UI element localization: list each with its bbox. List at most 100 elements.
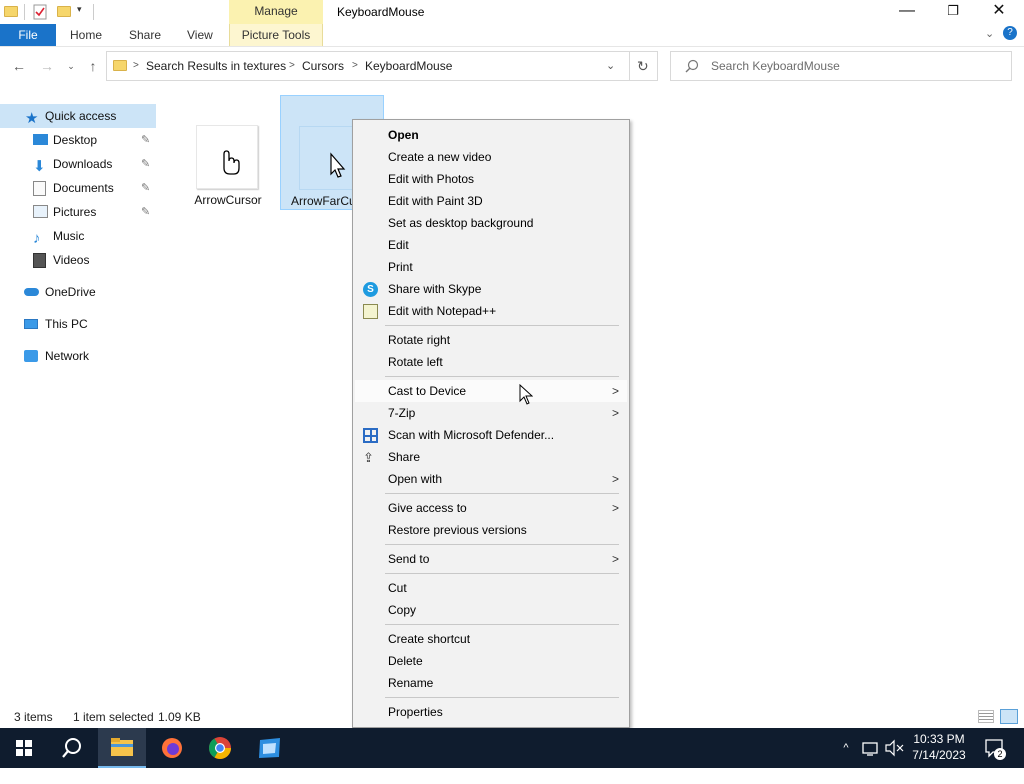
pin-icon[interactable]: ✎ xyxy=(141,176,150,200)
search-box[interactable]: Search KeyboardMouse xyxy=(670,51,1012,81)
menu-item-defender-scan[interactable]: Scan with Microsoft Defender... xyxy=(355,424,627,446)
sidebar-item-documents[interactable]: Documents ✎ xyxy=(0,176,156,200)
qat-customize-icon[interactable]: ▾ xyxy=(77,4,82,15)
chevron-right-icon[interactable]: > xyxy=(289,52,295,80)
taskbar-file-explorer[interactable] xyxy=(98,728,146,768)
menu-item-rotate-right[interactable]: Rotate right xyxy=(355,329,627,351)
menu-item-give-access[interactable]: Give access to > xyxy=(355,497,627,519)
menu-item-label: Edit with Paint 3D xyxy=(388,194,483,208)
sidebar-item-onedrive[interactable]: OneDrive xyxy=(0,280,156,304)
breadcrumb-item[interactable]: Search Results in textures xyxy=(146,52,286,80)
tab-home[interactable]: Home xyxy=(70,24,102,46)
menu-item-print[interactable]: Print xyxy=(355,256,627,278)
chevron-right-icon[interactable]: > xyxy=(133,52,139,80)
file-name: ArrowFarCu xyxy=(291,194,353,208)
title-bar xyxy=(0,0,1024,24)
action-center-button[interactable]: 2 xyxy=(980,728,1010,768)
pin-icon[interactable]: ✎ xyxy=(141,152,150,176)
taskbar-firefox[interactable] xyxy=(148,728,196,768)
menu-item-label: Open with xyxy=(388,472,443,486)
pin-icon[interactable]: ✎ xyxy=(141,200,150,224)
tab-file[interactable]: File xyxy=(0,24,56,46)
menu-item-send-to[interactable]: Send to > xyxy=(355,548,627,570)
close-button[interactable]: ✕ xyxy=(976,0,1022,24)
taskbar-chrome[interactable] xyxy=(196,728,244,768)
large-icons-view-icon[interactable] xyxy=(1000,709,1018,724)
back-button[interactable]: ← xyxy=(10,57,28,75)
menu-item-7zip[interactable]: 7-Zip > xyxy=(355,402,627,424)
up-button[interactable]: ↑ xyxy=(84,57,102,75)
minimize-button[interactable]: — xyxy=(884,0,930,24)
menu-item-label: Share with Skype xyxy=(388,282,482,296)
menu-separator xyxy=(385,624,619,625)
sidebar-item-label: Desktop xyxy=(53,133,98,147)
pin-icon[interactable]: ✎ xyxy=(141,128,150,152)
tab-share[interactable]: Share xyxy=(129,24,161,46)
tab-view[interactable]: View xyxy=(187,24,213,46)
new-folder-icon[interactable] xyxy=(57,4,71,18)
menu-item-label: Rotate left xyxy=(388,355,443,369)
menu-item-label: Open xyxy=(388,128,419,142)
menu-item-share[interactable]: ⇪ Share xyxy=(355,446,627,468)
volume-muted-icon[interactable] xyxy=(884,728,906,768)
menu-item-share-skype[interactable]: S Share with Skype xyxy=(355,278,627,300)
menu-item-label: Edit with Photos xyxy=(388,172,475,186)
sidebar-item-label: OneDrive xyxy=(45,285,96,299)
sidebar-item-music[interactable]: ♪ Music xyxy=(0,224,156,248)
documents-icon xyxy=(33,181,46,196)
menu-item-rotate-left[interactable]: Rotate left xyxy=(355,351,627,373)
sidebar-item-desktop[interactable]: Desktop ✎ xyxy=(0,128,156,152)
menu-item-open[interactable]: Open xyxy=(355,124,627,146)
forward-button[interactable]: → xyxy=(38,57,56,75)
sidebar-item-network[interactable]: Network xyxy=(0,344,156,368)
menu-item-notepadpp[interactable]: Edit with Notepad++ xyxy=(355,300,627,322)
properties-icon[interactable] xyxy=(33,4,47,20)
menu-item-properties[interactable]: Properties xyxy=(355,701,627,723)
menu-item-restore-versions[interactable]: Restore previous versions xyxy=(355,519,627,541)
menu-item-edit-photos[interactable]: Edit with Photos xyxy=(355,168,627,190)
menu-item-copy[interactable]: Copy xyxy=(355,599,627,621)
maximize-button[interactable]: ❐ xyxy=(930,0,976,24)
ribbon-expand-icon[interactable]: ⌄ xyxy=(985,27,994,40)
sidebar-item-label: Music xyxy=(53,229,85,243)
start-button[interactable] xyxy=(0,728,48,768)
sidebar-item-quick-access[interactable]: ★ Quick access xyxy=(0,104,156,128)
address-bar[interactable]: > Search Results in textures > Cursors >… xyxy=(106,51,658,81)
search-input[interactable]: Search KeyboardMouse xyxy=(711,52,840,80)
sidebar-item-downloads[interactable]: ⬇ Downloads ✎ xyxy=(0,152,156,176)
menu-item-delete[interactable]: Delete xyxy=(355,650,627,672)
sidebar-item-label: Videos xyxy=(53,253,90,267)
menu-item-cast-to-device[interactable]: Cast to Device > xyxy=(355,380,627,402)
search-button[interactable] xyxy=(48,728,96,768)
sidebar-item-this-pc[interactable]: This PC xyxy=(0,312,156,336)
help-icon[interactable]: ? xyxy=(1003,26,1017,40)
menu-item-create-video[interactable]: Create a new video xyxy=(355,146,627,168)
address-divider xyxy=(629,52,630,80)
tab-picture-tools[interactable]: Picture Tools xyxy=(229,24,323,46)
details-view-icon[interactable] xyxy=(978,710,994,723)
menu-item-label: Print xyxy=(388,260,413,274)
manage-tab[interactable]: Manage xyxy=(229,0,323,24)
chevron-down-icon[interactable]: ⌄ xyxy=(606,52,615,80)
clock[interactable]: 10:33 PM 7/14/2023 xyxy=(908,731,970,763)
menu-separator xyxy=(385,325,619,326)
menu-item-cut[interactable]: Cut xyxy=(355,577,627,599)
refresh-icon[interactable]: ↻ xyxy=(637,52,649,80)
menu-item-open-with[interactable]: Open with > xyxy=(355,468,627,490)
sidebar-item-label: Pictures xyxy=(53,205,97,219)
recent-locations-icon[interactable]: ⌄ xyxy=(62,57,80,75)
menu-item-edit-paint3d[interactable]: Edit with Paint 3D xyxy=(355,190,627,212)
menu-item-edit[interactable]: Edit xyxy=(355,234,627,256)
sidebar-item-videos[interactable]: Videos xyxy=(0,248,156,272)
file-item[interactable]: ArrowCursor xyxy=(176,95,280,210)
menu-item-rename[interactable]: Rename xyxy=(355,672,627,694)
taskbar-app[interactable] xyxy=(246,728,294,768)
chevron-right-icon[interactable]: > xyxy=(352,52,358,80)
sidebar-item-pictures[interactable]: Pictures ✎ xyxy=(0,200,156,224)
breadcrumb-item[interactable]: Cursors xyxy=(302,52,344,80)
chevron-up-icon[interactable]: ^ xyxy=(838,728,854,768)
menu-item-set-background[interactable]: Set as desktop background xyxy=(355,212,627,234)
network-icon[interactable] xyxy=(860,728,880,768)
menu-item-create-shortcut[interactable]: Create shortcut xyxy=(355,628,627,650)
breadcrumb-item[interactable]: KeyboardMouse xyxy=(365,52,452,80)
